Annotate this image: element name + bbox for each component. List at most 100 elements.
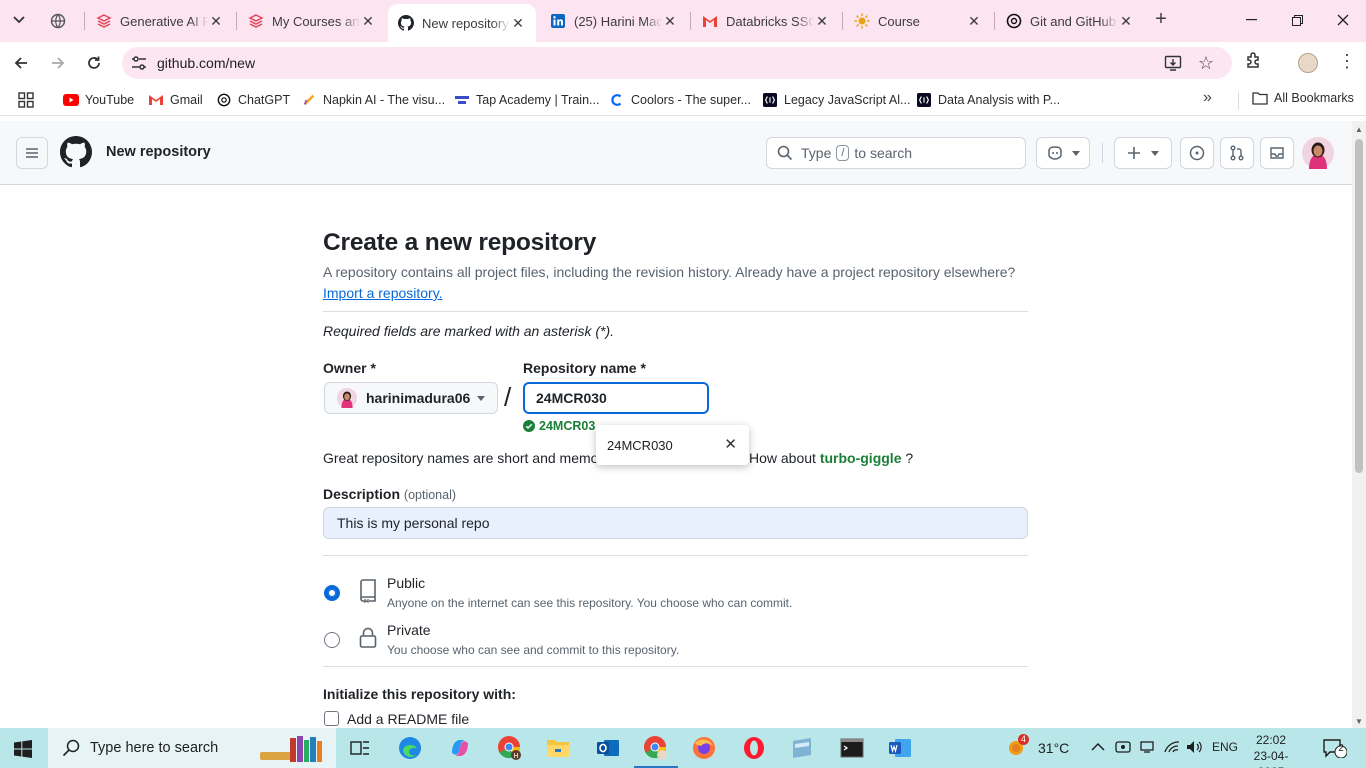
address-bar[interactable]: github.com/new ☆	[122, 47, 1232, 79]
close-icon[interactable]: ✕	[208, 13, 224, 30]
browser-menu-icon[interactable]: ⋮	[1338, 51, 1356, 72]
issues-button[interactable]	[1180, 137, 1214, 169]
reload-button[interactable]	[81, 51, 107, 75]
description-input[interactable]	[323, 507, 1028, 539]
inbox-button[interactable]	[1260, 137, 1294, 169]
linkedin-icon	[550, 13, 566, 29]
outlook-icon	[597, 740, 619, 756]
bookmark-napkin[interactable]: Napkin AI - The visu...	[301, 91, 445, 109]
opera-app[interactable]	[740, 734, 768, 762]
bookmark-chatgpt[interactable]: ChatGPT	[216, 91, 290, 109]
meet-now-icon[interactable]	[1115, 740, 1131, 757]
edge-app[interactable]	[396, 734, 424, 762]
public-label: Public	[387, 575, 426, 591]
tab-search-button[interactable]	[6, 8, 32, 32]
owner-select[interactable]: harinimadura06	[324, 382, 498, 414]
tab-generative-ai[interactable]: Generative AI F ✕	[86, 4, 234, 38]
user-avatar[interactable]	[1302, 137, 1334, 169]
notification-count: 2	[1338, 743, 1344, 754]
star-icon[interactable]: ☆	[1198, 53, 1214, 74]
terminal-app[interactable]	[838, 734, 866, 762]
volume-icon[interactable]	[1186, 740, 1204, 757]
chrome-app[interactable]	[634, 734, 678, 768]
scrollbar-thumb[interactable]	[1355, 139, 1363, 473]
network-adapter-icon[interactable]	[1139, 740, 1155, 757]
back-button[interactable]	[8, 51, 34, 75]
owner-avatar	[337, 388, 357, 408]
chrome-profile-app[interactable]: H	[496, 734, 524, 762]
language-indicator[interactable]: ENG	[1212, 740, 1238, 754]
tab-git-github[interactable]: Git and GitHub ✕	[996, 4, 1144, 38]
repository-name-input[interactable]	[523, 382, 709, 414]
remote-desktop-app[interactable]	[788, 734, 816, 762]
system-clock[interactable]: 22:02 23-04-2025	[1246, 732, 1296, 768]
show-hidden-icons-icon[interactable]	[1091, 740, 1105, 755]
page-context-title: New repository	[106, 144, 211, 160]
bookmark-gmail[interactable]: Gmail	[148, 91, 203, 109]
tab-pinned-globe[interactable]	[40, 4, 80, 38]
task-view-button[interactable]	[346, 734, 374, 762]
availability-status: 24MCR03	[523, 419, 595, 433]
suggested-name-link[interactable]: turbo-giggle	[820, 450, 902, 466]
pull-requests-button[interactable]	[1220, 137, 1254, 169]
github-header: New repository Type / to search	[0, 121, 1352, 185]
bookmark-tap-academy[interactable]: Tap Academy | Train...	[454, 91, 599, 109]
readme-checkbox[interactable]	[324, 711, 339, 726]
weather-widget[interactable]: 4	[1004, 734, 1030, 761]
tab-course[interactable]: Course ✕	[844, 4, 992, 38]
github-search-input[interactable]: Type / to search	[766, 137, 1026, 169]
tab-databricks[interactable]: Databricks SSO ✕	[692, 4, 840, 38]
site-info-icon[interactable]	[130, 54, 148, 72]
scroll-up-icon[interactable]: ▲	[1355, 125, 1363, 134]
autofill-suggestion[interactable]: 24MCR030 ✕	[596, 425, 749, 465]
menu-button[interactable]	[16, 137, 48, 169]
bookmark-youtube[interactable]: YouTube	[63, 91, 134, 109]
taskbar-search-input[interactable]: Type here to search	[48, 728, 336, 768]
profile-avatar[interactable]	[1298, 53, 1318, 73]
close-icon[interactable]: ✕	[662, 13, 678, 30]
private-radio[interactable]	[324, 632, 340, 648]
notification-center-icon[interactable]: 2	[1323, 738, 1348, 761]
close-icon[interactable]: ✕	[814, 13, 830, 30]
chevron-down-icon	[13, 16, 25, 24]
copilot-button[interactable]	[1036, 137, 1090, 169]
page-scrollbar[interactable]: ▲ ▼	[1352, 121, 1366, 728]
bookmarks-overflow-icon[interactable]: »	[1203, 89, 1212, 107]
install-app-icon[interactable]	[1164, 54, 1182, 72]
minimize-button[interactable]	[1228, 0, 1274, 40]
weather-temp[interactable]: 31°C	[1038, 740, 1069, 756]
import-repository-link[interactable]: Import a repository.	[323, 285, 443, 301]
apps-grid-icon[interactable]	[18, 92, 34, 108]
tab-linkedin[interactable]: (25) Harini Mad ✕	[540, 4, 688, 38]
bookmark-coolors[interactable]: Coolors - The super...	[609, 91, 751, 109]
chatgpt-icon	[1006, 13, 1022, 29]
wifi-icon[interactable]	[1163, 740, 1181, 757]
new-tab-button[interactable]: +	[1150, 9, 1172, 31]
bookmarks-bar: YouTube Gmail ChatGPT Napkin AI - The vi…	[0, 84, 1366, 116]
close-icon[interactable]: ✕	[510, 15, 526, 32]
edge-icon	[399, 737, 421, 759]
windows-start-icon[interactable]	[14, 740, 32, 758]
all-bookmarks-button[interactable]: All Bookmarks	[1252, 91, 1354, 105]
public-radio[interactable]	[324, 585, 340, 601]
close-icon[interactable]: ✕	[724, 435, 737, 453]
firefox-app[interactable]	[690, 734, 718, 762]
copilot-app[interactable]	[446, 734, 474, 762]
extensions-icon[interactable]	[1244, 51, 1264, 71]
word-app[interactable]	[886, 734, 914, 762]
bookmark-data-analysis[interactable]: Data Analysis with P...	[916, 91, 1060, 109]
close-icon[interactable]: ✕	[360, 13, 376, 30]
bookmark-legacy-javascript[interactable]: Legacy JavaScript Al...	[762, 91, 910, 109]
scroll-down-icon[interactable]: ▼	[1355, 717, 1363, 726]
create-new-button[interactable]	[1114, 137, 1172, 169]
file-explorer-app[interactable]	[544, 734, 572, 762]
forward-button[interactable]	[45, 51, 71, 75]
close-window-button[interactable]	[1320, 0, 1366, 40]
restore-button[interactable]	[1274, 0, 1320, 40]
close-icon[interactable]: ✕	[966, 13, 982, 30]
tab-my-courses[interactable]: My Courses and ✕	[238, 4, 386, 38]
outlook-app[interactable]	[594, 734, 622, 762]
tab-new-repository[interactable]: New repository ✕	[388, 4, 536, 42]
github-logo-icon[interactable]	[60, 136, 92, 168]
close-icon[interactable]: ✕	[1118, 13, 1134, 30]
